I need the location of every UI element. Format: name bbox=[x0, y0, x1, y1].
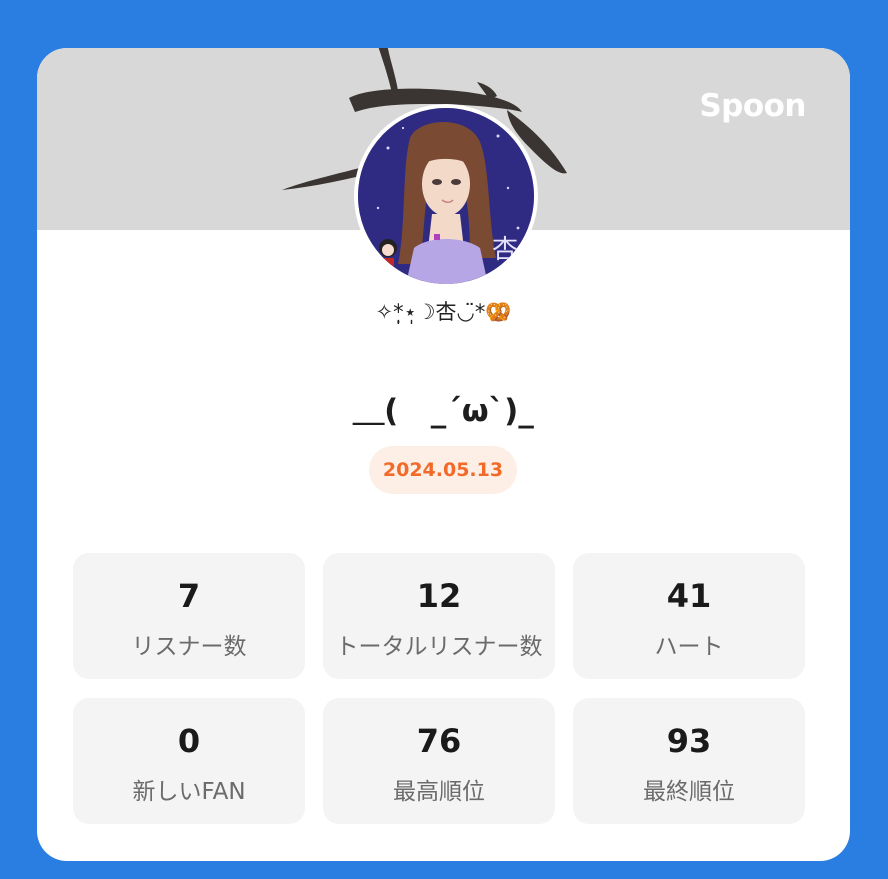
stat-card-final-rank: 93 最終順位 bbox=[573, 698, 805, 824]
stat-value: 76 bbox=[416, 722, 462, 760]
stat-card-total-listeners: 12 トータルリスナー数 bbox=[323, 553, 555, 679]
stat-value: 41 bbox=[666, 577, 712, 615]
avatar: 杏 bbox=[354, 104, 538, 288]
spoon-logo: Spoon bbox=[699, 88, 806, 124]
live-date-badge: 2024.05.13 bbox=[369, 446, 517, 494]
stat-value: 12 bbox=[416, 577, 462, 615]
stat-card-highest-rank: 76 最高順位 bbox=[323, 698, 555, 824]
stat-label: リスナー数 bbox=[131, 634, 247, 660]
stat-card-hearts: 41 ハート bbox=[573, 553, 805, 679]
profile-nickname: ✧*̣̩⋆̩☽杏◡̈*🥨 bbox=[375, 300, 512, 324]
stat-value: 7 bbox=[177, 577, 201, 615]
anime-girl-avatar-icon: 杏 bbox=[358, 108, 534, 284]
stats-grid: 7 リスナー数 12 トータルリスナー数 41 ハート 0 新しいFAN 76 … bbox=[73, 553, 806, 824]
stat-label: トータルリスナー数 bbox=[335, 634, 543, 660]
stat-value: 0 bbox=[177, 722, 201, 760]
stat-label: 最終順位 bbox=[643, 779, 735, 805]
stat-card-new-fans: 0 新しいFAN bbox=[73, 698, 305, 824]
stat-label: ハート bbox=[654, 634, 724, 660]
stat-label: 新しいFAN bbox=[132, 779, 246, 805]
profile-card: Spoon 杏 ✧*̣̩⋆̩☽杏◡̈*🥨 ＿( _´ω`)_ 2024.05.1… bbox=[37, 48, 850, 861]
stat-card-listeners: 7 リスナー数 bbox=[73, 553, 305, 679]
live-title: ＿( _´ω`)_ bbox=[353, 393, 534, 429]
stat-value: 93 bbox=[666, 722, 712, 760]
svg-text:杏: 杏 bbox=[492, 235, 518, 265]
stat-label: 最高順位 bbox=[393, 779, 485, 805]
